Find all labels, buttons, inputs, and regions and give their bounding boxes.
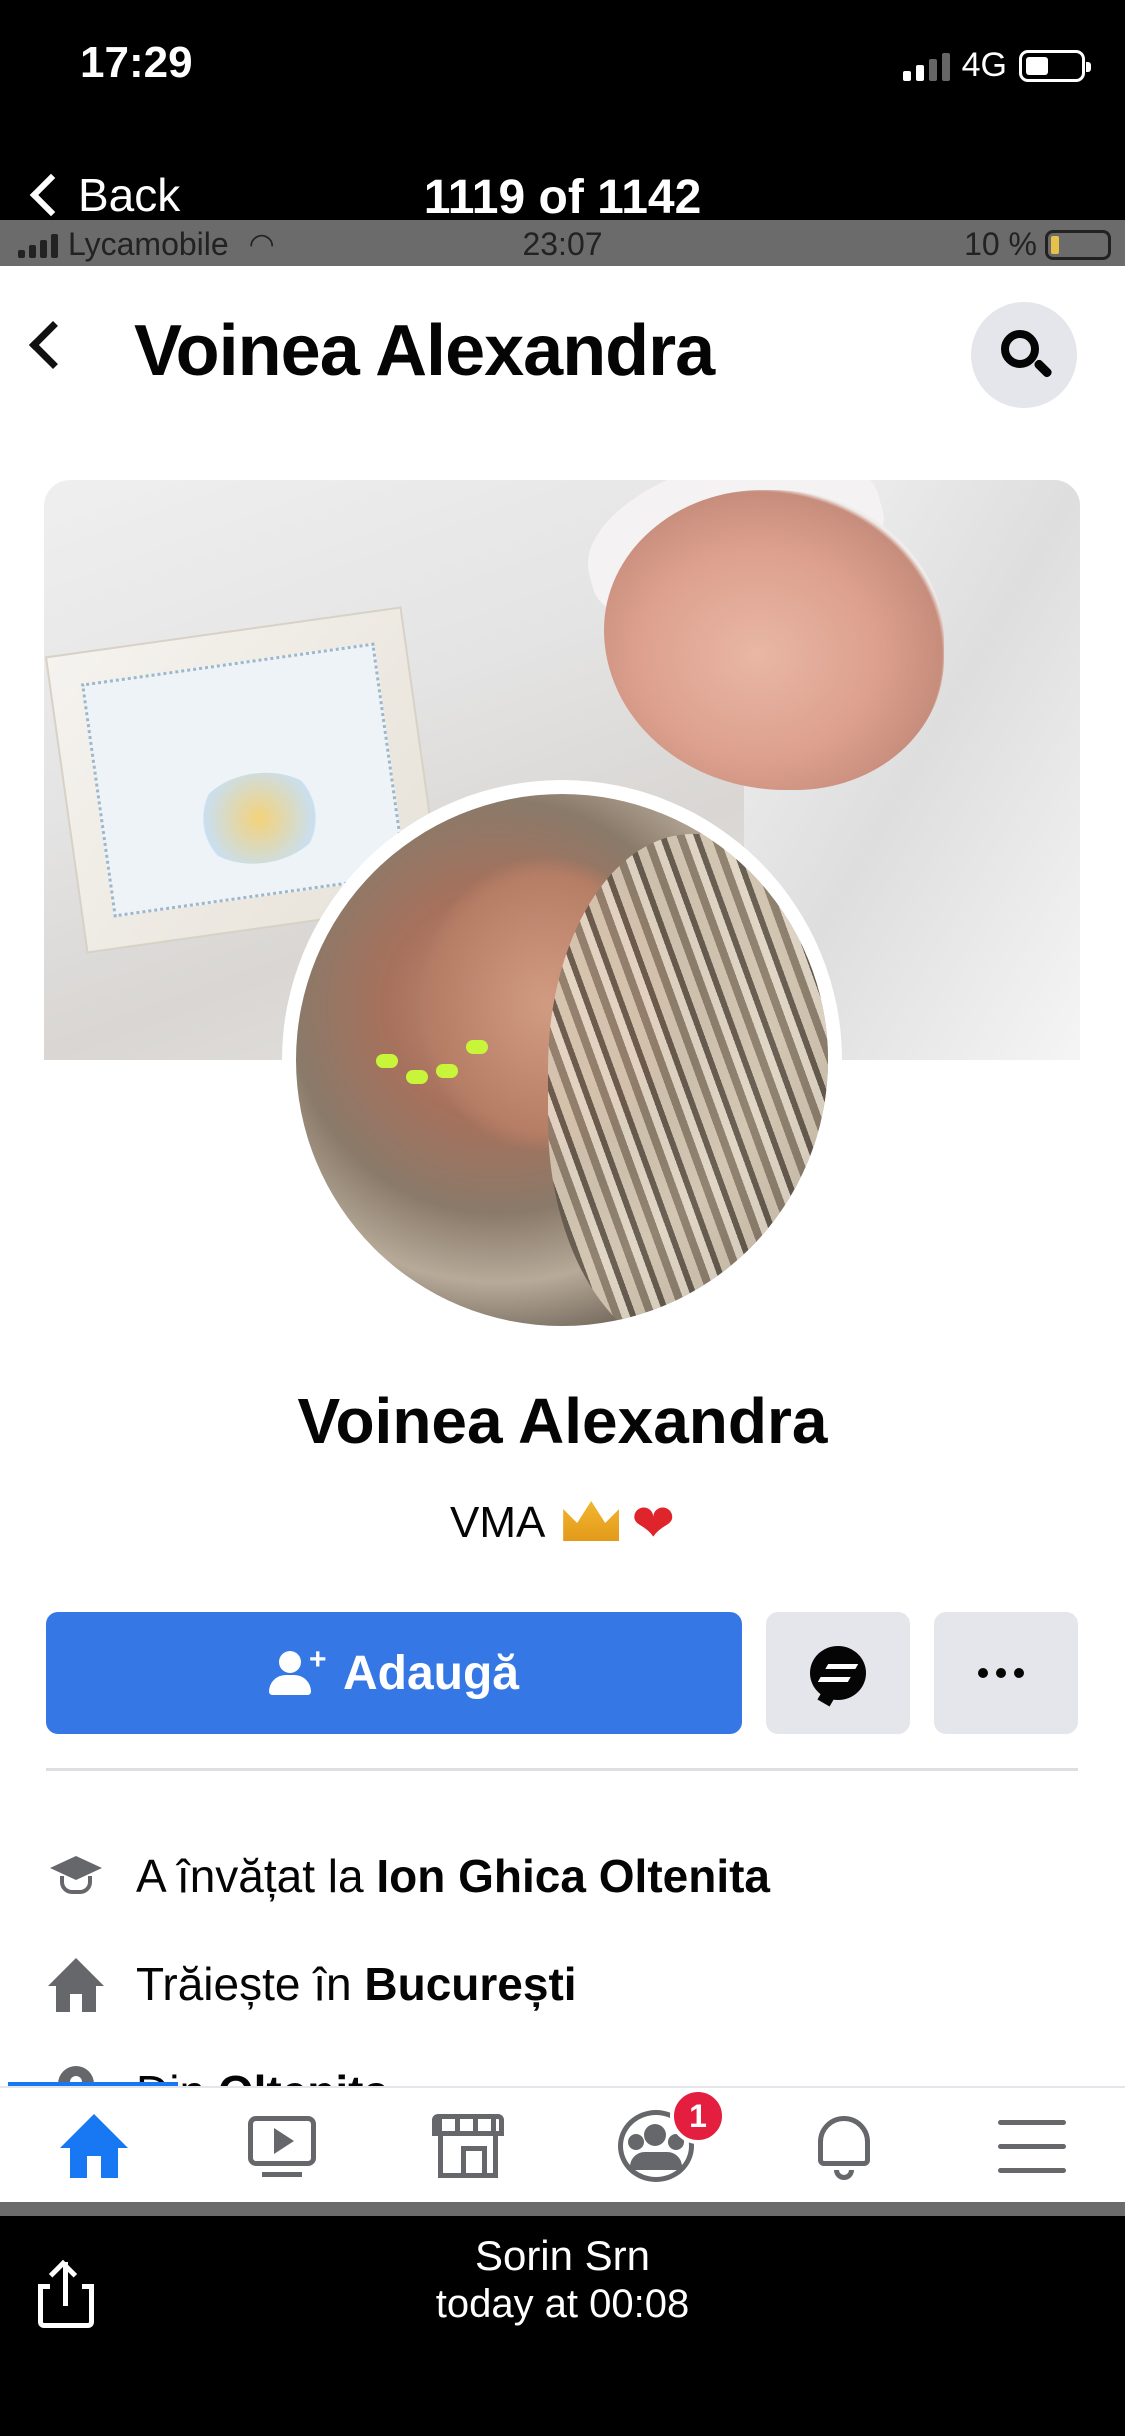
header-title: Voinea Alexandra (134, 311, 715, 391)
tab-home[interactable] (54, 2108, 134, 2184)
home-icon (60, 2114, 128, 2148)
education-value: Ion Ghica Oltenita (376, 1850, 770, 1902)
education-prefix: A învățat la (136, 1850, 364, 1902)
profile-bio: VMA ❤ (0, 1494, 1125, 1554)
add-friend-button[interactable]: + Adaugă (46, 1612, 742, 1734)
bell-icon (818, 2116, 870, 2166)
inner-battery-icon (1045, 229, 1111, 260)
search-button[interactable] (971, 302, 1077, 408)
bio-text: VMA (450, 1498, 543, 1547)
profile-name: Voinea Alexandra (297, 1385, 828, 1457)
search-icon (1001, 330, 1039, 368)
action-buttons: + Adaugă (46, 1612, 1078, 1734)
crown-icon (563, 1501, 620, 1541)
chevron-left-icon[interactable] (28, 320, 78, 370)
tab-watch[interactable] (242, 2108, 322, 2184)
network-type: 4G (961, 46, 1007, 84)
avatar[interactable] (296, 794, 828, 1326)
tab-menu[interactable] (992, 2108, 1072, 2184)
signal-icon (902, 51, 950, 81)
photo-counter: 1119 of 1142 (423, 171, 702, 224)
lives-prefix: Trăiește în (136, 1958, 352, 2010)
sent-timestamp: today at 00:08 (435, 2282, 690, 2326)
baby-image (604, 490, 944, 790)
lives-value: București (364, 1958, 577, 2010)
battery-icon (1019, 49, 1091, 82)
messenger-icon (810, 1646, 866, 1700)
inner-battery-group: 10 % (964, 226, 1111, 263)
sender-name: Sorin Srn (474, 2232, 651, 2279)
tab-marketplace[interactable] (428, 2108, 508, 2184)
viewer-nav-bar: Back 1119 of 1142 (0, 130, 1125, 224)
inner-battery-percent: 10 % (964, 226, 1037, 262)
facebook-profile-screen: Voinea Alexandra Voinea Alexandra VMA ❤ … (0, 266, 1125, 2202)
viewer-footer: Sorin Srn today at 00:08 (0, 2202, 1125, 2436)
groups-notification-badge: 1 (670, 2088, 726, 2144)
more-dots-icon (978, 1668, 1024, 1678)
heart-icon: ❤ (631, 1495, 675, 1553)
tab-notifications[interactable] (804, 2108, 884, 2184)
status-indicators: 4G (902, 46, 1091, 85)
add-friend-icon: + (268, 1645, 327, 1695)
inner-status-bar: Lycamobile ◠ 23:07 10 % (0, 220, 1125, 266)
more-options-button[interactable] (934, 1612, 1078, 1734)
graduation-cap-icon (46, 1846, 106, 1906)
bottom-tab-bar: 1 (0, 2086, 1125, 2202)
home-icon (46, 1954, 106, 2014)
info-lives-in[interactable]: Trăiește în București (46, 1944, 1086, 2024)
messenger-button[interactable] (766, 1612, 910, 1734)
ios-status-bar: 17:29 4G (0, 0, 1125, 130)
divider (46, 1768, 1078, 1771)
status-time: 17:29 (80, 38, 193, 87)
inner-time: 23:07 (522, 226, 603, 262)
info-education[interactable]: A învățat la Ion Ghica Oltenita (46, 1836, 1086, 1916)
profile-header: Voinea Alexandra (0, 266, 1125, 416)
add-friend-label: Adaugă (342, 1646, 519, 1700)
marketplace-icon (432, 2114, 504, 2136)
